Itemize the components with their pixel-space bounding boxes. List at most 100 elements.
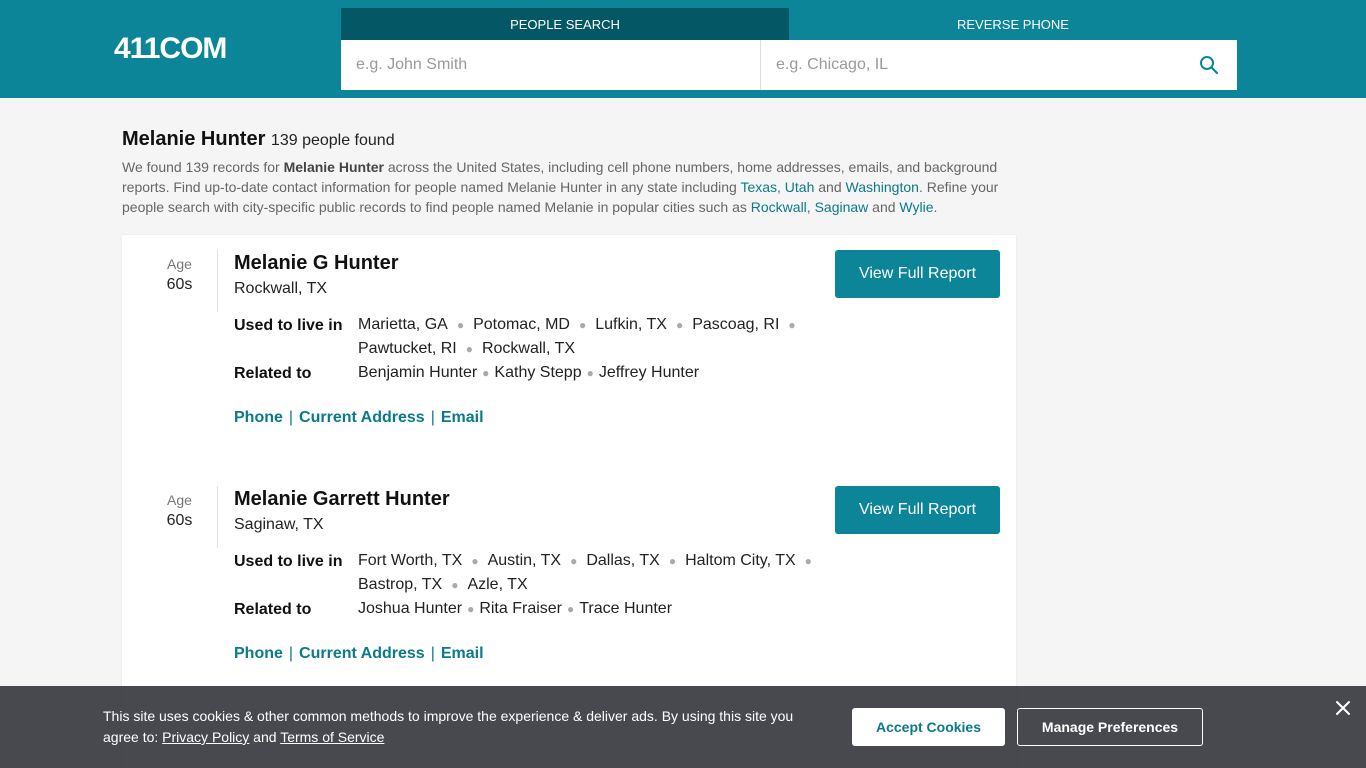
cookie-close-button[interactable] (1333, 698, 1353, 718)
page-title: Melanie Hunter 139 people found (122, 128, 1012, 151)
relative-name: Rita Fraiser (479, 600, 562, 617)
previous-location: Austin, TX (487, 552, 562, 569)
previous-location: Fort Worth, TX (358, 552, 463, 569)
intro-bold-name: Melanie Hunter (283, 159, 384, 175)
intro-comma-1: , (777, 179, 785, 195)
email-link[interactable]: Email (441, 409, 484, 426)
search-tabs: PEOPLE SEARCH REVERSE PHONE (341, 8, 1237, 40)
site-logo[interactable]: 411COM (114, 32, 227, 65)
relative-name: Kathy Stepp (494, 364, 582, 381)
age-column: Age 60s (142, 486, 218, 548)
related-to-label: Related to (234, 365, 312, 382)
related-to-label: Related to (234, 601, 312, 618)
current-address-link[interactable]: Current Address (299, 409, 425, 426)
previous-location: Bastrop, TX (358, 576, 443, 593)
name-search-input[interactable] (341, 40, 761, 90)
age-label: Age (167, 256, 192, 272)
link-separator: | (288, 645, 294, 662)
city-link-rockwall[interactable]: Rockwall (751, 199, 807, 215)
state-link-texas[interactable]: Texas (740, 179, 777, 195)
tab-reverse-phone-label: REVERSE PHONE (957, 16, 1069, 32)
view-report-label: View Full Report (858, 265, 977, 282)
previous-location: Azle, TX (467, 576, 528, 593)
result-count: 139 people found (270, 132, 395, 149)
age-value: 60s (166, 512, 193, 529)
separator-dot: ● (567, 602, 575, 616)
location-search-input[interactable] (761, 40, 1181, 90)
separator-dot: ● (804, 554, 812, 568)
view-full-report-button[interactable]: View Full Report (835, 486, 1000, 534)
relative-name: Jeffrey Hunter (598, 364, 700, 381)
cookie-and: and (249, 729, 281, 745)
separator-dot: ● (570, 554, 578, 568)
terms-of-service-link[interactable]: Terms of Service (280, 729, 384, 745)
previous-location: Rockwall, TX (481, 340, 576, 357)
separator-dot: ● (578, 318, 587, 332)
previous-location: Dallas, TX (586, 552, 660, 569)
phone-link[interactable]: Phone (234, 409, 283, 426)
intro-description: We found 139 records for Melanie Hunter … (122, 157, 1012, 217)
manage-preferences-button[interactable]: Manage Preferences (1017, 708, 1203, 746)
result-name[interactable]: Melanie G Hunter (234, 252, 398, 275)
used-to-live-label: Used to live in (234, 317, 343, 334)
age-column: Age 60s (142, 250, 218, 312)
email-link[interactable]: Email (441, 645, 484, 662)
current-address-link[interactable]: Current Address (299, 645, 425, 662)
cookie-message: This site uses cookies & other common me… (103, 706, 823, 748)
intro-and-2: and (868, 199, 900, 215)
site-header: 411COM PEOPLE SEARCH REVERSE PHONE (0, 0, 1366, 98)
link-separator: | (430, 645, 435, 662)
state-link-utah[interactable]: Utah (785, 179, 815, 195)
separator-dot: ● (456, 318, 465, 332)
tab-reverse-phone[interactable]: REVERSE PHONE (789, 8, 1237, 40)
result-item: Age 60s Melanie G Hunter Rockwall, TX Vi… (122, 235, 1016, 455)
previous-location: Pascoag, RI (692, 316, 780, 333)
relative-name: Joshua Hunter (358, 600, 463, 617)
intro-text-1: We found 139 records for (122, 159, 284, 175)
relatives-list: Joshua Hunter ● Rita Fraiser ● Trace Hunter (358, 597, 818, 621)
previous-location: Marietta, GA (358, 316, 448, 333)
accept-cookies-label: Accept Cookies (875, 719, 982, 735)
results-intro: Melanie Hunter 139 people found We found… (122, 128, 1012, 217)
result-location: Rockwall, TX (234, 280, 328, 297)
state-link-washington[interactable]: Washington (846, 179, 919, 195)
separator-dot: ● (471, 554, 479, 568)
search-bar (341, 40, 1237, 90)
separator-dot: ● (675, 318, 684, 332)
city-link-saginaw[interactable]: Saginaw (815, 199, 869, 215)
previous-location: Lufkin, TX (595, 316, 667, 333)
age-label: Age (167, 492, 192, 508)
view-full-report-button[interactable]: View Full Report (835, 250, 1000, 298)
intro-period: . (933, 199, 938, 215)
result-item: Age 60s Melanie Garrett Hunter Saginaw, … (122, 471, 1016, 691)
result-location: Saginaw, TX (234, 516, 324, 533)
result-name[interactable]: Melanie Garrett Hunter (234, 488, 450, 511)
separator-dot: ● (482, 366, 490, 380)
search-name: Melanie Hunter (122, 128, 266, 150)
separator-dot: ● (465, 342, 473, 356)
phone-link[interactable]: Phone (234, 645, 283, 662)
previous-location: Potomac, MD (473, 316, 570, 333)
contact-links: Phone | Current Address | Email (234, 645, 484, 663)
previous-location: Haltom City, TX (685, 552, 796, 569)
separator-dot: ● (668, 554, 677, 568)
intro-and-1: and (814, 179, 846, 195)
relative-name: Trace Hunter (579, 600, 673, 617)
city-link-wylie[interactable]: Wylie (899, 199, 933, 215)
relatives-list: Benjamin Hunter ● Kathy Stepp ● Jeffrey Hunt… (358, 361, 818, 385)
logo-text: 411COM (114, 32, 227, 65)
tab-people-search-label: PEOPLE SEARCH (510, 16, 620, 32)
previous-location: Pawtucket, RI (358, 340, 457, 357)
search-button[interactable] (1181, 40, 1237, 90)
separator-dot: ● (467, 602, 475, 616)
cookie-banner: This site uses cookies & other common me… (0, 686, 1366, 768)
accept-cookies-button[interactable]: Accept Cookies (852, 708, 1005, 746)
intro-comma-2: , (806, 199, 815, 215)
close-icon (1336, 701, 1350, 715)
separator-dot: ● (451, 578, 459, 592)
separator-dot: ● (788, 318, 796, 332)
relative-name: Benjamin Hunter (358, 364, 478, 381)
tab-people-search[interactable]: PEOPLE SEARCH (341, 8, 789, 40)
previous-locations: Fort Worth, TX ● Austin, TX ● Dallas, TX ● Hal… (358, 549, 818, 597)
privacy-policy-link[interactable]: Privacy Policy (162, 729, 249, 745)
